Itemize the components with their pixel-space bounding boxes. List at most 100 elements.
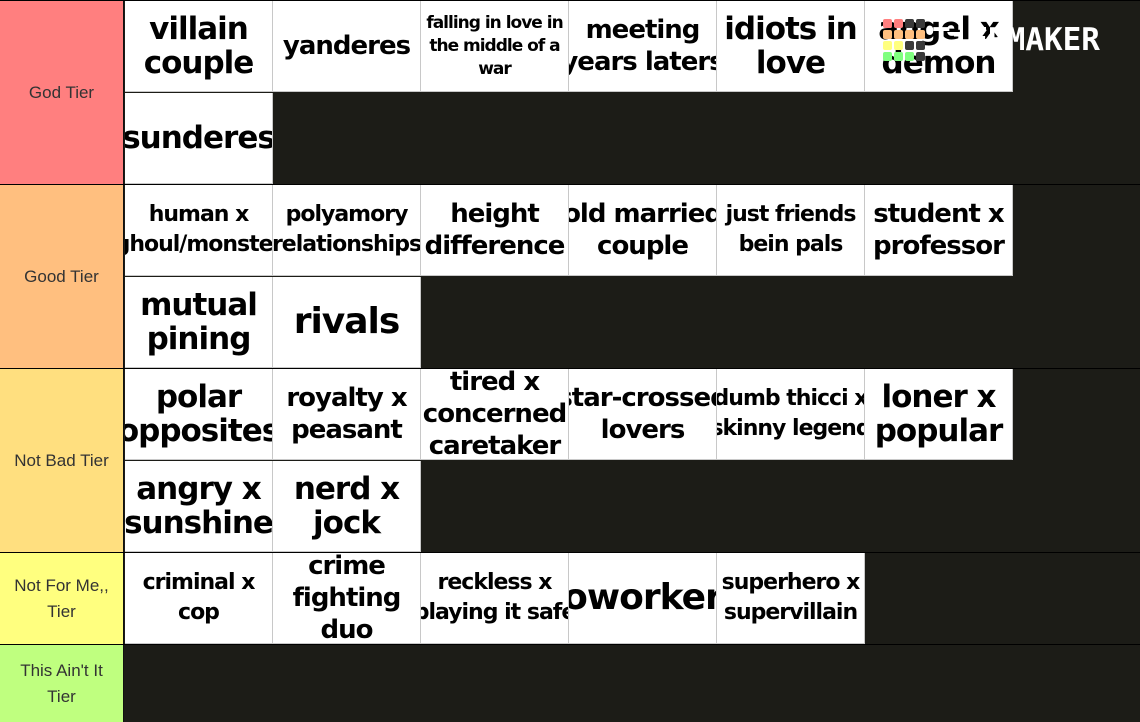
tier-label[interactable]: Not For Me,, Tier — [0, 553, 124, 644]
tier-item-text: height difference — [424, 198, 566, 262]
tier-item-card[interactable]: human x ghoul/monster — [125, 185, 273, 276]
tier-item-text-line: superhero x — [721, 570, 861, 595]
tier-item-text: dumb thicci x skinny legend — [717, 384, 865, 444]
tier-item-text-line: cop — [178, 600, 220, 625]
tier-item-text: rivals — [293, 301, 401, 342]
tier-item-text-line: couple — [597, 231, 689, 261]
tier-item-text: loner x popular — [874, 379, 1004, 449]
tier-item-text-line: skinny legend — [717, 416, 865, 441]
tier-item-text: star-crossedlovers — [569, 382, 716, 446]
logo-grid-cell — [916, 41, 925, 50]
tier-item-card[interactable]: angry x sunshine — [125, 461, 273, 552]
tier-item-card[interactable]: height difference — [421, 185, 569, 276]
tier-item-text-line: sunderes — [125, 120, 273, 156]
tier-item-card[interactable]: nerd x jock — [273, 461, 421, 552]
tiermaker-logo-text: TiERMAKER — [932, 22, 1100, 58]
tier-item-card[interactable]: meeting years laters — [569, 1, 717, 92]
tier-item-card[interactable]: coworkers — [569, 553, 717, 644]
tier-item-text-line: sunshine — [125, 505, 273, 541]
tier-item-text-line: reckless x — [437, 570, 553, 595]
tier-item-card[interactable]: mutual pining — [125, 277, 273, 368]
tier-item-text: falling in love in the middle of a war — [426, 12, 563, 81]
tier-item-card[interactable]: idiots in love — [717, 1, 865, 92]
logo-grid-cell — [883, 19, 892, 28]
tier-item-text: superhero x supervillain — [721, 568, 861, 628]
tiermaker-logo-icon — [883, 19, 925, 61]
tier-label[interactable]: God Tier — [0, 1, 124, 184]
tier-item-text: polar opposites — [125, 379, 272, 448]
tier-item-card[interactable]: rivals — [273, 277, 421, 368]
tier-item-text: just friends bein pals — [725, 200, 857, 260]
tier-item-card[interactable]: superhero x supervillain — [717, 553, 865, 644]
tier-item-text-line: peasant — [291, 415, 403, 445]
tier-item-card[interactable]: royalty x peasant — [273, 369, 421, 460]
tier-item-card[interactable]: just friends bein pals — [717, 185, 865, 276]
tier-items-dropzone[interactable]: human x ghoul/monster polyamory relationshi… — [125, 185, 1140, 368]
tier-item-card[interactable]: villain couple — [125, 1, 273, 92]
tier-item-card[interactable]: yanderes — [273, 1, 421, 92]
tier-item-card[interactable]: student x professor — [865, 185, 1013, 276]
tier-item-text-line: years laters — [569, 47, 717, 77]
tier-item-text-line: dumb thicci x — [717, 386, 865, 411]
logo-grid-cell — [905, 30, 914, 39]
tier-item-text-line: professor — [873, 231, 1005, 261]
tier-item-card[interactable]: polyamory relationships — [273, 185, 421, 276]
tier-item-card[interactable]: loner x popular — [865, 369, 1013, 460]
tier-item-card[interactable]: star-crossedlovers — [569, 369, 717, 460]
logo-grid-cell — [916, 52, 925, 61]
logo-grid-cell — [883, 41, 892, 50]
tier-row: This Ain't It Tier — [0, 644, 1140, 722]
logo-grid-cell — [883, 52, 892, 61]
tier-item-text: villain couple — [144, 11, 255, 80]
tier-item-text-line: difference — [424, 231, 566, 261]
tier-item-text-line: polar — [155, 379, 242, 415]
logo-grid-cell — [905, 41, 914, 50]
tier-item-text-line: concerned — [422, 399, 567, 429]
tier-item-card[interactable]: polar opposites — [125, 369, 273, 460]
tier-item-text-line: nerd x — [293, 471, 400, 507]
tier-item-text-line: ghoul/monster — [125, 232, 273, 257]
logo-grid-cell — [894, 19, 903, 28]
tier-item-text-line: crime — [308, 553, 386, 581]
tier-item-card[interactable]: tired x concerned caretaker — [421, 369, 569, 460]
tier-items-dropzone[interactable]: criminal x cop crime fighting duo reckless x p… — [125, 553, 1140, 644]
tier-item-text: tired x concerned caretaker — [422, 369, 567, 459]
tier-item-text-line: jock — [313, 505, 381, 541]
tier-items-dropzone[interactable] — [125, 645, 1140, 722]
tier-item-text: old married couple — [569, 198, 716, 262]
logo-grid-cell — [894, 30, 903, 39]
tier-item-text-line: lovers — [600, 415, 686, 445]
logo-grid-cell — [894, 41, 903, 50]
tier-item-card[interactable]: sunderes — [125, 93, 273, 184]
tier-item-text-line: bein pals — [738, 232, 844, 257]
tier-item-text: meeting years laters — [569, 14, 717, 78]
tier-item-text: crime fighting duo — [293, 553, 402, 643]
tier-item-card[interactable]: dumb thicci x skinny legend — [717, 369, 865, 460]
tier-item-text-line: student x — [873, 199, 1004, 229]
tier-item-text-line: popular — [874, 413, 1004, 449]
tier-label[interactable]: Not Bad Tier — [0, 369, 124, 552]
tier-item-text-line: rivals — [293, 301, 401, 342]
tier-item-text-line: war — [478, 58, 512, 79]
tier-label[interactable]: Good Tier — [0, 185, 124, 368]
tier-item-card[interactable]: old married couple — [569, 185, 717, 276]
tier-item-card[interactable]: falling in love in the middle of a war — [421, 1, 569, 92]
logo-grid-cell — [916, 19, 925, 28]
tier-item-card[interactable]: criminal x cop — [125, 553, 273, 644]
tier-item-text-line: height — [450, 199, 540, 229]
tier-item-card[interactable]: crime fighting duo — [273, 553, 421, 644]
tier-item-text-line: coworkers — [569, 577, 716, 618]
tier-items-dropzone[interactable]: polar opposites royalty x peasant tired x con… — [125, 369, 1140, 552]
tier-label[interactable]: This Ain't It Tier — [0, 645, 124, 722]
tier-item-text-line: villain — [149, 11, 249, 47]
tier-item-text-line: just friends — [725, 202, 857, 227]
logo-grid-cell — [916, 30, 925, 39]
tier-item-card[interactable]: reckless x playing it safe — [421, 553, 569, 644]
tier-item-text-line: star-crossed — [569, 383, 716, 413]
tier-item-text-line: human x — [148, 202, 250, 227]
tier-item-text-line: relationships — [273, 232, 421, 257]
tier-item-text-line: supervillain — [723, 600, 858, 625]
tier-item-text-line: loner x — [881, 379, 996, 415]
tier-item-text-line: love — [755, 45, 826, 81]
tier-item-text-line: royalty x — [286, 383, 407, 413]
